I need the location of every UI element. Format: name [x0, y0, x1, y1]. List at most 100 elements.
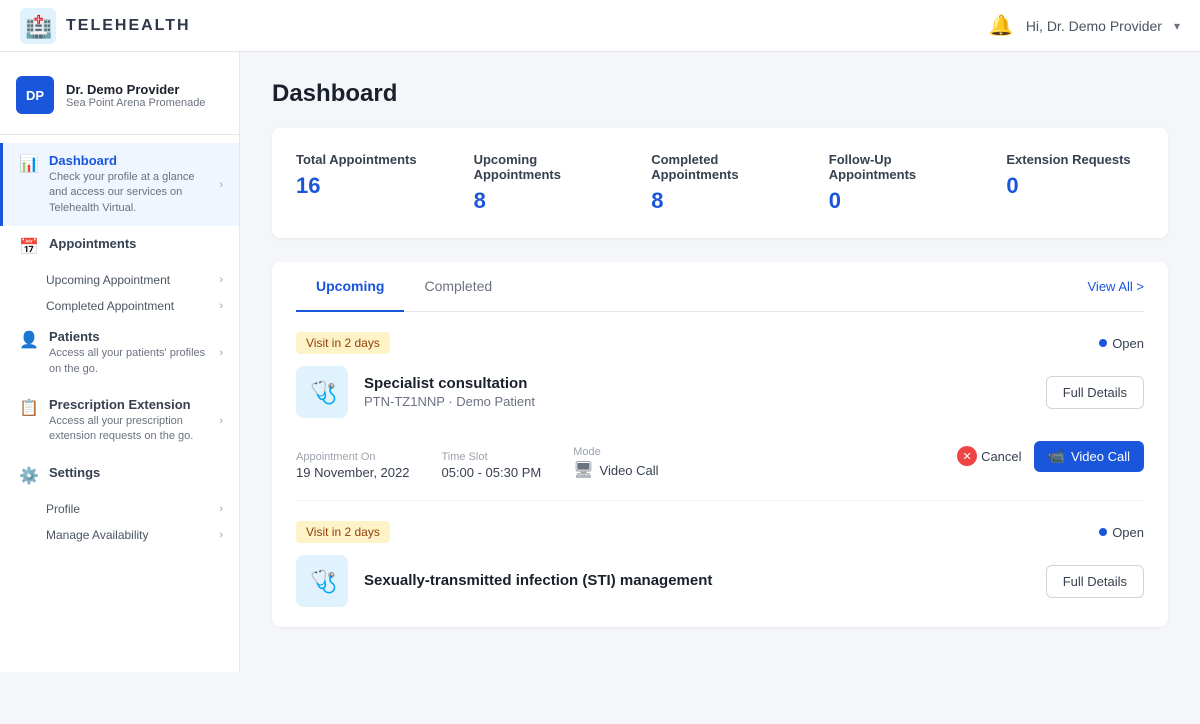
stat-extension-requests: Extension Requests 0 — [1006, 152, 1144, 214]
appointment-card: Visit in 2 days Open 🩺 Sexually-tr — [296, 501, 1144, 627]
sidebar-subitem-upcoming-appointment[interactable]: Upcoming Appointment › — [0, 267, 239, 293]
svg-text:🏥: 🏥 — [25, 14, 52, 39]
sidebar-subitem-manage-availability[interactable]: Manage Availability › — [0, 522, 239, 548]
top-header: 🏥 TELEHEALTH 🔔 Hi, Dr. Demo Provider ▾ — [0, 0, 1200, 52]
appointment-title: Sexually-transmitted infection (STI) man… — [364, 572, 1030, 589]
sidebar-item-desc: Check your profile at a glance and acces… — [49, 170, 209, 216]
sidebar-item-dashboard[interactable]: 📊 Dashboard Check your profile at a glan… — [0, 143, 239, 226]
mode-group: Mode 🖥 Video Call — [573, 446, 658, 480]
subitem-label: Profile — [46, 502, 80, 516]
chevron-down-icon[interactable]: ▾ — [1174, 19, 1180, 33]
user-info: Dr. Demo Provider Sea Point Arena Promen… — [66, 82, 205, 109]
user-greeting: Hi, Dr. Demo Provider — [1026, 18, 1162, 34]
stat-label: Completed Appointments — [651, 152, 789, 182]
svg-text:🩺: 🩺 — [310, 380, 337, 405]
status-dot — [1099, 528, 1107, 536]
video-call-button[interactable]: 📹 Video Call — [1034, 441, 1144, 472]
avatar: DP — [16, 76, 54, 114]
user-location: Sea Point Arena Promenade — [66, 97, 205, 109]
appointments-icon: 📅 — [19, 237, 39, 257]
sidebar-item-settings[interactable]: ⚙️ Settings — [0, 455, 239, 496]
subitem-label: Manage Availability — [46, 528, 149, 542]
cancel-icon: ✕ — [957, 446, 977, 466]
sidebar-item-prescription[interactable]: 📋 Prescription Extension Access all your… — [0, 387, 239, 455]
user-name: Dr. Demo Provider — [66, 82, 205, 97]
cancel-label: Cancel — [981, 449, 1021, 464]
status-text: Open — [1112, 336, 1144, 351]
chevron-right-icon: › — [219, 179, 223, 191]
visit-badge: Visit in 2 days — [296, 521, 390, 543]
stat-label: Total Appointments — [296, 152, 434, 167]
appointment-card: Visit in 2 days Open 🩺 Specialist — [296, 312, 1144, 501]
view-all-link[interactable]: View All > — [1088, 279, 1145, 294]
appointment-title: Specialist consultation — [364, 375, 1030, 392]
stat-value: 8 — [474, 188, 612, 214]
stat-total-appointments: Total Appointments 16 — [296, 152, 434, 214]
appointment-icon: 🩺 — [296, 555, 348, 607]
sidebar-item-desc: Access all your patients' profiles on th… — [49, 346, 209, 377]
app-layout: DP Dr. Demo Provider Sea Point Arena Pro… — [0, 52, 1200, 672]
chevron-right-icon: › — [219, 347, 223, 359]
subitem-label: Upcoming Appointment — [46, 273, 170, 287]
tabs-list: Upcoming Completed — [296, 262, 512, 311]
appointment-date: 19 November, 2022 — [296, 465, 409, 480]
appointment-on-label: Appointment On — [296, 451, 409, 463]
time-slot-label: Time Slot — [441, 451, 541, 463]
stat-completed-appointments: Completed Appointments 8 — [651, 152, 789, 214]
settings-icon: ⚙️ — [19, 466, 39, 486]
sidebar-subitem-profile[interactable]: Profile › — [0, 496, 239, 522]
chevron-right-icon: › — [219, 274, 223, 286]
page-title: Dashboard — [272, 80, 1168, 108]
svg-text:🩺: 🩺 — [310, 569, 337, 594]
sidebar-subitem-completed-appointment[interactable]: Completed Appointment › — [0, 293, 239, 319]
chevron-right-icon: › — [219, 503, 223, 515]
stat-followup-appointments: Follow-Up Appointments 0 — [829, 152, 967, 214]
prescription-icon: 📋 — [19, 398, 39, 418]
tabs-header: Upcoming Completed View All > — [296, 262, 1144, 312]
sidebar-item-patients[interactable]: 👤 Patients Access all your patients' pro… — [0, 319, 239, 387]
notification-icon[interactable]: 🔔 — [989, 13, 1014, 38]
stat-value: 0 — [829, 188, 967, 214]
dashboard-icon: 📊 — [19, 154, 39, 174]
sidebar-item-appointments[interactable]: 📅 Appointments — [0, 226, 239, 267]
stat-value: 8 — [651, 188, 789, 214]
stat-label: Upcoming Appointments — [474, 152, 612, 182]
video-icon: 📹 — [1048, 448, 1065, 465]
status-indicator: Open — [1099, 336, 1144, 351]
stat-upcoming-appointments: Upcoming Appointments 8 — [474, 152, 612, 214]
sidebar-item-desc: Access all your prescription extension r… — [49, 414, 209, 445]
time-slot-group: Time Slot 05:00 - 05:30 PM — [441, 451, 541, 480]
tab-completed[interactable]: Completed — [404, 262, 512, 312]
cancel-button[interactable]: ✕ Cancel — [957, 446, 1021, 466]
chevron-right-icon: › — [219, 529, 223, 541]
stat-label: Follow-Up Appointments — [829, 152, 967, 182]
appointment-icon: 🩺 — [296, 366, 348, 418]
logo-text: TELEHEALTH — [66, 17, 191, 35]
sidebar-item-label: Settings — [49, 465, 223, 480]
stat-value: 0 — [1006, 173, 1144, 199]
stat-label: Extension Requests — [1006, 152, 1144, 167]
chevron-right-icon: › — [219, 300, 223, 312]
mode-label: Mode — [573, 446, 658, 458]
patients-icon: 👤 — [19, 330, 39, 350]
logo-icon: 🏥 — [20, 8, 56, 44]
subitem-label: Completed Appointment — [46, 299, 174, 313]
main-content: Dashboard Total Appointments 16 Upcoming… — [240, 52, 1200, 672]
visit-badge: Visit in 2 days — [296, 332, 390, 354]
user-profile: DP Dr. Demo Provider Sea Point Arena Pro… — [0, 68, 239, 135]
status-dot — [1099, 339, 1107, 347]
sidebar-item-label: Patients — [49, 329, 209, 344]
appointment-date-group: Appointment On 19 November, 2022 — [296, 451, 409, 480]
status-text: Open — [1112, 525, 1144, 540]
sidebar-item-label: Prescription Extension — [49, 397, 209, 412]
sidebar-item-label: Appointments — [49, 236, 223, 251]
sidebar: DP Dr. Demo Provider Sea Point Arena Pro… — [0, 52, 240, 672]
header-right: 🔔 Hi, Dr. Demo Provider ▾ — [989, 13, 1180, 38]
full-details-button[interactable]: Full Details — [1046, 565, 1144, 598]
tab-upcoming[interactable]: Upcoming — [296, 262, 404, 312]
sidebar-item-label: Dashboard — [49, 153, 209, 168]
mode-value: Video Call — [600, 463, 659, 478]
stat-value: 16 — [296, 173, 434, 199]
full-details-button[interactable]: Full Details — [1046, 376, 1144, 409]
status-indicator: Open — [1099, 525, 1144, 540]
